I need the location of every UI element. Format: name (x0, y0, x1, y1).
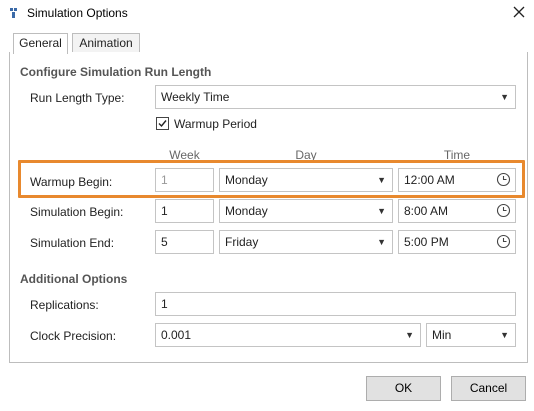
cancel-button[interactable]: Cancel (451, 376, 526, 401)
warmup-begin-time-field[interactable]: 12:00 AM (398, 168, 516, 192)
clock-precision-select[interactable]: 0.001 ▼ (155, 323, 421, 347)
simulation-end-week-value: 5 (161, 235, 168, 249)
simulation-begin-week-value: 1 (161, 204, 168, 218)
run-length-type-select[interactable]: Weekly Time ▼ (155, 85, 516, 109)
chevron-down-icon: ▼ (377, 175, 386, 185)
simulation-end-day-select[interactable]: Friday ▼ (219, 230, 393, 254)
clock-precision-label: Clock Precision: (30, 329, 117, 343)
simulation-begin-week-field[interactable]: 1 (155, 199, 214, 223)
warmup-begin-week-field: 1 (155, 168, 214, 192)
tab-animation[interactable]: Animation (72, 33, 140, 53)
simulation-end-time-field[interactable]: 5:00 PM (398, 230, 516, 254)
simulation-app-icon (10, 8, 17, 18)
column-header-time: Time (443, 148, 471, 162)
warmup-begin-day-select[interactable]: Monday ▼ (219, 168, 393, 192)
clock-icon[interactable] (496, 203, 511, 218)
replications-value: 1 (161, 297, 168, 311)
additional-options-section-title: Additional Options (20, 272, 128, 286)
warmup-begin-week-value: 1 (161, 173, 168, 187)
checkmark-icon (158, 120, 167, 128)
clock-precision-value: 0.001 (161, 328, 192, 342)
chevron-down-icon: ▼ (500, 92, 509, 102)
column-header-week: Week (169, 148, 200, 162)
chevron-down-icon: ▼ (377, 237, 386, 247)
replications-label: Replications: (30, 298, 99, 312)
simulation-begin-day-value: Monday (225, 204, 268, 218)
clock-unit-select[interactable]: Min ▼ (426, 323, 516, 347)
simulation-begin-time-field[interactable]: 8:00 AM (398, 199, 516, 223)
chevron-down-icon: ▼ (500, 330, 509, 340)
simulation-begin-day-select[interactable]: Monday ▼ (219, 199, 393, 223)
window-title: Simulation Options (27, 6, 128, 20)
simulation-end-time-value: 5:00 PM (404, 235, 449, 249)
run-length-type-value: Weekly Time (161, 90, 230, 104)
simulation-end-week-field[interactable]: 5 (155, 230, 214, 254)
column-header-day: Day (295, 148, 317, 162)
warmup-begin-label: Warmup Begin: (30, 175, 113, 189)
clock-icon[interactable] (496, 172, 511, 187)
replications-field[interactable]: 1 (155, 292, 516, 316)
simulation-end-label: Simulation End: (30, 236, 115, 250)
tab-general[interactable]: General (13, 33, 68, 54)
chevron-down-icon: ▼ (405, 330, 414, 340)
warmup-period-label: Warmup Period (174, 117, 257, 131)
ok-button[interactable]: OK (366, 376, 441, 401)
clock-icon[interactable] (496, 234, 511, 249)
warmup-begin-time-value: 12:00 AM (404, 173, 455, 187)
chevron-down-icon: ▼ (377, 206, 386, 216)
simulation-begin-label: Simulation Begin: (30, 205, 124, 219)
simulation-end-day-value: Friday (225, 235, 259, 249)
run-length-section-title: Configure Simulation Run Length (20, 65, 212, 79)
close-icon[interactable] (510, 3, 528, 21)
warmup-begin-day-value: Monday (225, 173, 268, 187)
warmup-period-checkbox[interactable] (156, 117, 169, 130)
run-length-type-label: Run Length Type: (30, 91, 125, 105)
clock-unit-value: Min (432, 328, 452, 342)
simulation-begin-time-value: 8:00 AM (404, 204, 449, 218)
